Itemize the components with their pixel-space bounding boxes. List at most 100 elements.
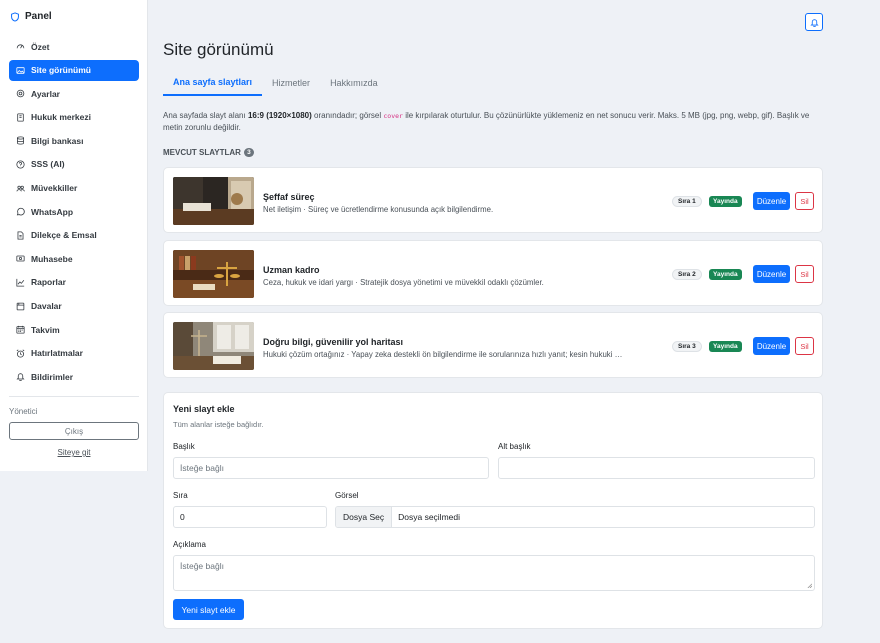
subtitle-label: Alt başlık [498,442,531,451]
gear-icon [16,89,25,98]
slide-info-text: Ana sayfada slayt alanı 16:9 (1920×1080)… [163,110,823,134]
slide-card: Doğru bilgi, güvenilir yol haritası Huku… [163,312,823,378]
slide-card: Şeffaf süreç Net iletişim · Süreç ve ücr… [163,167,823,233]
sidebar-item-label: Hukuk merkezi [31,112,91,123]
description-label: Açıklama [173,540,206,549]
section-label-text: MEVCUT SLAYTLAR [163,148,241,157]
slide-order-badge: Sıra 2 [672,269,702,280]
logout-button[interactable]: Çıkış [9,422,139,440]
info-ratio: 16:9 (1920×1080) [247,111,312,120]
choose-file-button[interactable]: Dosya Seç [336,507,393,527]
description-textarea[interactable]: İsteğe bağlı [173,555,815,591]
sidebar: Panel Özet Site görünümü Ayarlar Hukuk m… [0,0,148,471]
sidebar-item-label: Davalar [31,301,62,312]
sidebar-item-label: Bilgi bankası [31,135,84,146]
sidebar-item-hukuk-merkezi[interactable]: Hukuk merkezi [9,107,139,128]
file-text-icon [17,231,24,240]
form-title: Yeni slayt ekle [173,404,235,414]
description-placeholder: İsteğe bağlı [180,561,224,571]
info-text: Ana sayfada slayt alanı [163,111,248,120]
delete-slide-button[interactable]: Sil [795,337,814,355]
page-title: Site görünümü [163,40,274,59]
sidebar-item-label: SSS (AI) [31,159,65,170]
sidebar-item-muvekkiller[interactable]: Müvekkiller [9,178,139,199]
bell-icon [16,373,25,382]
info-code: cover [383,112,403,120]
sidebar-item-label: Müvekkiller [31,183,78,194]
sidebar-item-takvim[interactable]: Takvim [9,319,139,340]
image-label: Görsel [335,491,359,500]
cash-icon [16,255,25,262]
form-hint: Tüm alanlar isteğe bağlıdır. [173,420,264,429]
add-slide-button[interactable]: Yeni slayt ekle [173,599,244,620]
title-input[interactable]: İsteğe bağlı [173,457,489,479]
new-slide-form: Yeni slayt ekle Tüm alanlar isteğe bağlı… [163,392,823,629]
delete-slide-button[interactable]: Sil [795,265,814,283]
chart-line-icon [16,278,25,287]
sidebar-item-bilgi-bankasi[interactable]: Bilgi bankası [9,130,139,151]
tab-hizmetler[interactable]: Hizmetler [262,70,320,96]
sidebar-item-ozet[interactable]: Özet [9,36,139,57]
tab-ana-sayfa-slaytlari[interactable]: Ana sayfa slaytları [163,70,263,96]
sidebar-item-dilekce-emsal[interactable]: Dilekçe & Emsal [9,225,139,246]
sidebar-item-site-gorunumu[interactable]: Site görünümü [9,59,139,81]
slide-status-badge: Yayında [709,341,742,352]
sidebar-item-muhasebe[interactable]: Muhasebe [9,248,139,269]
sidebar-divider [9,396,139,397]
sidebar-item-hatirlatmalar[interactable]: Hatırlatmalar [9,343,139,364]
bell-icon [809,18,819,27]
calendar-icon [16,325,25,334]
edit-slide-button[interactable]: Düzenle [753,192,790,210]
edit-slide-button[interactable]: Düzenle [753,337,790,355]
sidebar-item-ayarlar[interactable]: Ayarlar [9,83,139,104]
sidebar-item-raporlar[interactable]: Raporlar [9,272,139,293]
people-icon [16,185,25,191]
subtitle-input[interactable] [498,457,815,479]
sidebar-item-label: Takvim [31,324,60,335]
tab-hakkimizda[interactable]: Hakkımızda [320,70,388,96]
sidebar-item-label: Özet [31,41,50,52]
sidebar-item-label: Bildirimler [31,371,74,382]
sidebar-item-label: Site görünümü [31,65,91,76]
info-text: oranındadır; görsel [311,111,384,120]
database-icon [17,136,24,145]
sidebar-item-label: Muhasebe [31,253,73,264]
sidebar-item-bildirimler[interactable]: Bildirimler [9,366,139,387]
title-label: Başlık [173,442,195,451]
notifications-button[interactable] [805,13,823,31]
question-circle-icon [16,160,25,169]
gauge-icon [16,44,25,49]
brand[interactable]: Panel [10,11,52,22]
slide-thumbnail-image [173,322,254,370]
whatsapp-icon [16,208,25,216]
slide-title: Doğru bilgi, güvenilir yol haritası [263,337,404,347]
sidebar-item-label: Dilekçe & Emsal [31,230,97,241]
sidebar-item-label: Ayarlar [31,88,60,99]
slide-thumbnail-image [173,177,254,225]
sidebar-nav: Özet Site görünümü Ayarlar Hukuk merkezi… [9,36,139,390]
order-input[interactable]: 0 [173,506,327,528]
file-status: Dosya seçilmedi [398,512,460,522]
slide-count-badge: 3 [243,148,254,157]
slide-order-badge: Sıra 3 [672,341,702,352]
sidebar-item-label: Raporlar [31,277,66,288]
slide-order-badge: Sıra 1 [672,196,702,207]
order-label: Sıra [173,491,188,500]
image-file-input[interactable]: Dosya Seç Dosya seçilmedi [335,506,815,528]
image-icon [16,66,25,74]
shield-icon [11,11,19,22]
edit-slide-button[interactable]: Düzenle [753,265,790,283]
slide-thumbnail-image [173,250,254,298]
sidebar-item-whatsapp[interactable]: WhatsApp [9,201,139,222]
site-link[interactable]: Siteye git [0,448,148,457]
delete-slide-button[interactable]: Sil [795,192,814,210]
brand-label: Panel [25,11,52,22]
journal-icon [17,113,24,122]
resize-handle-icon[interactable] [807,583,812,588]
sidebar-item-label: Hatırlatmalar [31,348,83,359]
sidebar-item-sss[interactable]: SSS (AI) [9,154,139,175]
slide-subtitle: Hukuki çözüm ortağınız · Yapay zeka dest… [263,350,623,359]
slide-status-badge: Yayında [709,269,742,280]
sidebar-item-davalar[interactable]: Davalar [9,296,139,317]
alarm-icon [16,349,25,358]
